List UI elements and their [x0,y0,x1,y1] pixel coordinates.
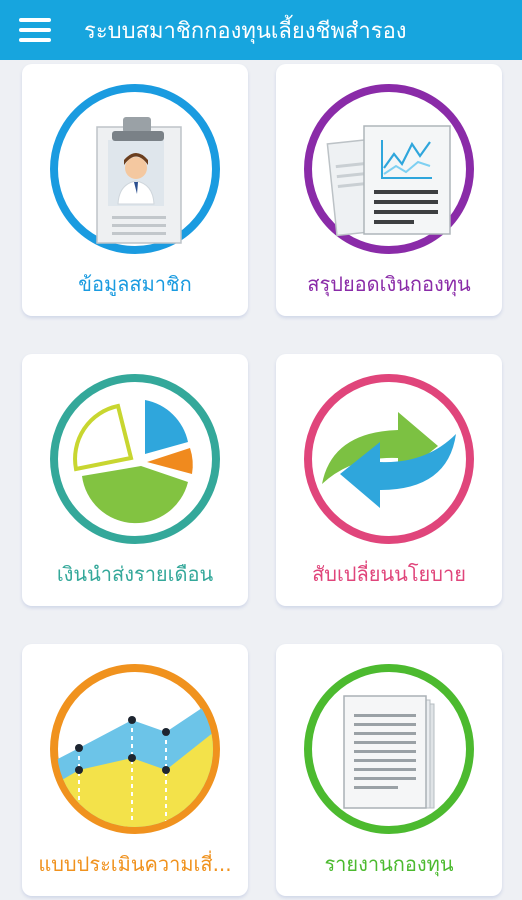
fund-report-papers-icon [304,664,474,834]
switch-policy-card[interactable]: สับเปลี่ยนนโยบาย [276,354,502,606]
fund-summary-document-icon [304,84,474,254]
member-info-label: ข้อมูลสมาชิก [78,272,192,296]
monthly-contribution-label: เงินนำส่งรายเดือน [56,562,214,586]
risk-assessment-area-chart-icon [50,664,220,834]
monthly-contribution-card[interactable]: เงินนำส่งรายเดือน [22,354,248,606]
fund-report-label: รายงานกองทุน [324,852,454,876]
fund-report-card[interactable]: รายงานกองทุน [276,644,502,896]
hamburger-menu-button[interactable] [0,0,70,60]
member-info-card[interactable]: ข้อมูลสมาชิก [22,64,248,316]
switch-policy-arrows-icon [304,374,474,544]
risk-assessment-label: แบบประเมินความเสี่... [38,852,232,876]
app-bar: ระบบสมาชิกกองทุนเลี้ยงชีพสำรอง [0,0,522,60]
fund-summary-card[interactable]: สรุปยอดเงินกองทุน [276,64,502,316]
app-title: ระบบสมาชิกกองทุนเลี้ยงชีพสำรอง [84,18,407,44]
hamburger-icon [19,15,51,45]
monthly-contribution-pie-chart-icon [50,374,220,544]
member-id-badge-icon [50,84,220,254]
risk-assessment-card[interactable]: แบบประเมินความเสี่... [22,644,248,896]
switch-policy-label: สับเปลี่ยนนโยบาย [312,562,466,586]
fund-summary-label: สรุปยอดเงินกองทุน [307,272,471,296]
